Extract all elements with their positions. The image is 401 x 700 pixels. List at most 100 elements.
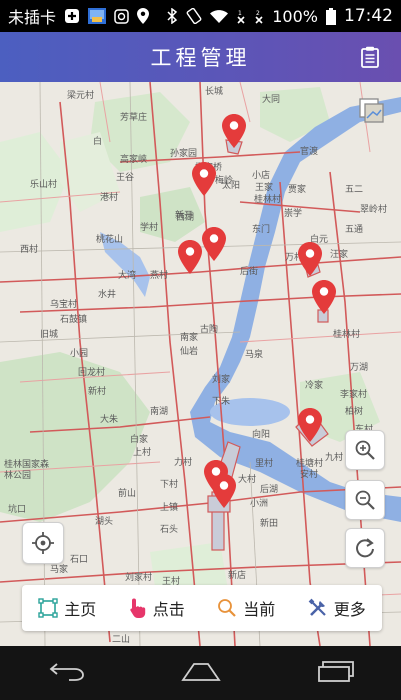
- record-icon: [114, 8, 129, 24]
- place-label: 前山: [118, 489, 137, 499]
- place-label: 崇学: [284, 209, 303, 219]
- project-marker[interactable]: [222, 114, 246, 148]
- place-label: 向阳: [252, 430, 271, 440]
- clipboard-icon: [361, 46, 379, 68]
- place-label: 王谷: [116, 173, 135, 183]
- place-label: 桂塘村: [296, 459, 324, 469]
- toolbar-more[interactable]: 更多: [308, 596, 366, 620]
- toolbar-home[interactable]: 主页: [38, 596, 96, 620]
- bottom-toolbar: 主页 点击 当前 更多: [22, 585, 382, 631]
- place-label: 港村: [100, 193, 119, 203]
- place-label: 梁元村: [67, 91, 95, 101]
- zoom-out-button[interactable]: [345, 480, 385, 520]
- layers-button[interactable]: [357, 96, 387, 126]
- place-label: 新田: [260, 519, 279, 529]
- back-icon: [49, 663, 84, 681]
- place-label: 新店: [228, 571, 247, 581]
- place-label: 冷家: [305, 381, 324, 391]
- battery-text: 100%: [272, 6, 318, 26]
- place-label: 乌宝村: [50, 300, 78, 310]
- place-label: 大朱: [100, 415, 119, 425]
- place-label: 学村: [140, 223, 159, 233]
- recent-apps-button[interactable]: [315, 659, 355, 687]
- zoom-in-icon: [355, 440, 375, 460]
- home-icon: [180, 663, 221, 681]
- place-label: 李家村: [340, 390, 368, 400]
- place-label: 西湖: [176, 213, 195, 223]
- refresh-button[interactable]: [345, 528, 385, 568]
- home-frame-icon: [38, 598, 58, 618]
- place-label: 孙家园: [170, 149, 198, 159]
- toolbar-more-label: 更多: [333, 600, 366, 619]
- place-label: 南湖: [150, 407, 169, 417]
- battery-icon: [326, 7, 336, 25]
- layers-icon: [359, 98, 384, 123]
- place-label: 后街: [240, 267, 259, 277]
- clock: 17:42: [344, 6, 393, 26]
- place-label: 九村: [325, 453, 344, 463]
- locate-button[interactable]: [22, 522, 64, 564]
- park-label: 桂林国家森林公园: [4, 460, 50, 481]
- svg-text:2: 2: [256, 10, 260, 17]
- place-label: 石口: [70, 555, 89, 565]
- project-marker[interactable]: [192, 162, 216, 196]
- project-marker[interactable]: [212, 474, 236, 508]
- place-label: 柏树: [345, 407, 364, 417]
- place-label: 坑口: [8, 505, 27, 515]
- plus-icon: [64, 8, 80, 24]
- project-marker[interactable]: [202, 227, 226, 261]
- place-label: 太阳: [222, 181, 241, 191]
- refresh-icon: [356, 538, 374, 558]
- place-label: 东门: [252, 225, 271, 235]
- place-label: 上村: [133, 448, 152, 458]
- place-label: 长城: [205, 87, 224, 97]
- place-label: 汪家: [330, 250, 349, 260]
- clipboard-button[interactable]: [357, 44, 383, 70]
- project-marker[interactable]: [298, 242, 322, 276]
- toolbar-home-label: 主页: [64, 600, 97, 619]
- place-label: 湖头: [95, 517, 114, 527]
- place-label: 大同: [262, 95, 281, 105]
- place-label: 桂林村: [333, 330, 361, 340]
- place-label: 古陶: [200, 325, 219, 335]
- system-nav-bar: [0, 646, 401, 700]
- place-label: 下村: [160, 480, 179, 490]
- zoom-in-button[interactable]: [345, 430, 385, 470]
- svg-text:1: 1: [238, 10, 242, 17]
- toolbar-current[interactable]: 当前: [217, 596, 275, 620]
- home-button[interactable]: [180, 660, 222, 686]
- place-label: 下朱: [212, 397, 231, 407]
- rotate-icon: [186, 8, 202, 24]
- place-label: 上镇: [160, 503, 179, 513]
- place-label: 旧城: [40, 330, 59, 340]
- place-label: 石头: [160, 525, 179, 535]
- place-label: 新村: [88, 387, 107, 397]
- place-label: 官渡: [300, 147, 319, 157]
- project-marker[interactable]: [312, 280, 336, 314]
- place-label: 五通: [345, 225, 364, 235]
- place-label: 马泉: [245, 350, 264, 360]
- place-label: 刘家村: [125, 573, 153, 583]
- place-label: 回龙村: [78, 368, 106, 378]
- place-label: 西村: [20, 245, 39, 255]
- place-label: 桃花山: [96, 235, 124, 245]
- image-icon: [88, 8, 107, 24]
- map-view[interactable]: 梁元村 长城 大同 芳草庄 白 孙家园 高家峡 杨家桥 乐山村 王谷 小店 官渡…: [0, 82, 401, 646]
- place-label: 翠岭村: [360, 205, 388, 215]
- recent-apps-icon: [317, 661, 354, 682]
- toolbar-click[interactable]: 点击: [129, 596, 185, 620]
- place-label: 石鼓镇: [60, 315, 88, 325]
- project-marker[interactable]: [298, 408, 322, 442]
- place-label: 燕村: [150, 271, 169, 281]
- place-label: 刘家: [212, 375, 231, 385]
- hand-pointer-icon: [130, 598, 145, 618]
- search-icon: [218, 599, 237, 617]
- carrier-text: 未插卡: [8, 8, 57, 27]
- project-marker[interactable]: [178, 240, 202, 274]
- tools-icon: [308, 598, 326, 616]
- locate-icon: [32, 532, 54, 554]
- back-button[interactable]: [47, 660, 87, 686]
- place-label: 白家: [130, 435, 149, 445]
- place-label: 小园: [70, 349, 89, 359]
- page-title: 工程管理: [150, 46, 251, 70]
